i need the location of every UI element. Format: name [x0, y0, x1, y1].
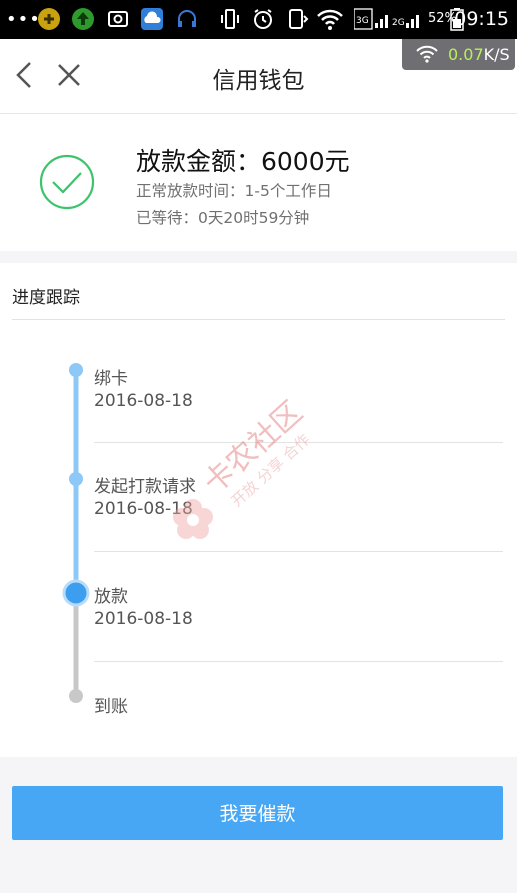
app-download-icon [38, 8, 60, 30]
step-date: 2016-08-18 [94, 499, 193, 519]
timeline-dot-done [69, 363, 83, 377]
check-circle-icon [39, 154, 95, 210]
loan-summary-card: 放款金额：6000元 正常放款时间：1-5个工作日 已等待：0天20时59分钟 [0, 114, 517, 251]
progress-timeline [62, 363, 90, 703]
progress-tracking-card: 进度跟踪 绑卡 2016-08-18 发起打款请求 2016-08-18 放款 … [0, 263, 517, 757]
alarm-icon [254, 9, 272, 29]
waited-time: 已等待：0天20时59分钟 [136, 209, 310, 227]
clock: 09:15 [454, 8, 509, 30]
notification-dots: ••• [6, 9, 41, 30]
timeline-dot-pending [69, 689, 83, 703]
headset-icon [178, 10, 196, 27]
screenshot-icon [108, 11, 128, 27]
step-divider [94, 661, 503, 662]
step-divider [94, 551, 503, 552]
navigation-bar: 信用钱包 0.07K/S [0, 39, 517, 114]
status-bar: ••• 3G 2G 52% 09:15 [0, 0, 517, 39]
weather-icon [141, 8, 163, 30]
network-speed-indicator: 0.07K/S [402, 39, 515, 70]
vibrate-icon [221, 9, 239, 29]
step-name: 到账 [94, 697, 128, 717]
timeline-dot-done [69, 472, 83, 486]
upload-arrow-icon [72, 8, 94, 30]
step-divider [94, 442, 503, 443]
speed-value: 0.07K/S [448, 45, 510, 64]
screen: ••• 3G 2G 52% 09:15 信用钱包 0.07K/S 放款金额：60… [0, 0, 517, 893]
wifi-icon [416, 45, 438, 63]
step-name: 发起打款请求 [94, 477, 196, 497]
normal-payout-time: 正常放款时间：1-5个工作日 [136, 182, 332, 200]
svg-text:3G: 3G [356, 16, 369, 26]
nfc-icon [289, 9, 309, 29]
step-date: 2016-08-18 [94, 609, 193, 629]
wifi-icon [317, 9, 343, 30]
signal-icon: 3G 2G [354, 8, 419, 30]
step-date: 2016-08-18 [94, 391, 193, 411]
step-name: 绑卡 [94, 369, 128, 389]
loan-amount: 放款金额：6000元 [136, 147, 350, 176]
step-name: 放款 [94, 587, 128, 607]
timeline-dot-current [62, 579, 90, 607]
svg-text:2G: 2G [392, 18, 405, 28]
urge-payment-button[interactable]: 我要催款 [12, 786, 503, 840]
